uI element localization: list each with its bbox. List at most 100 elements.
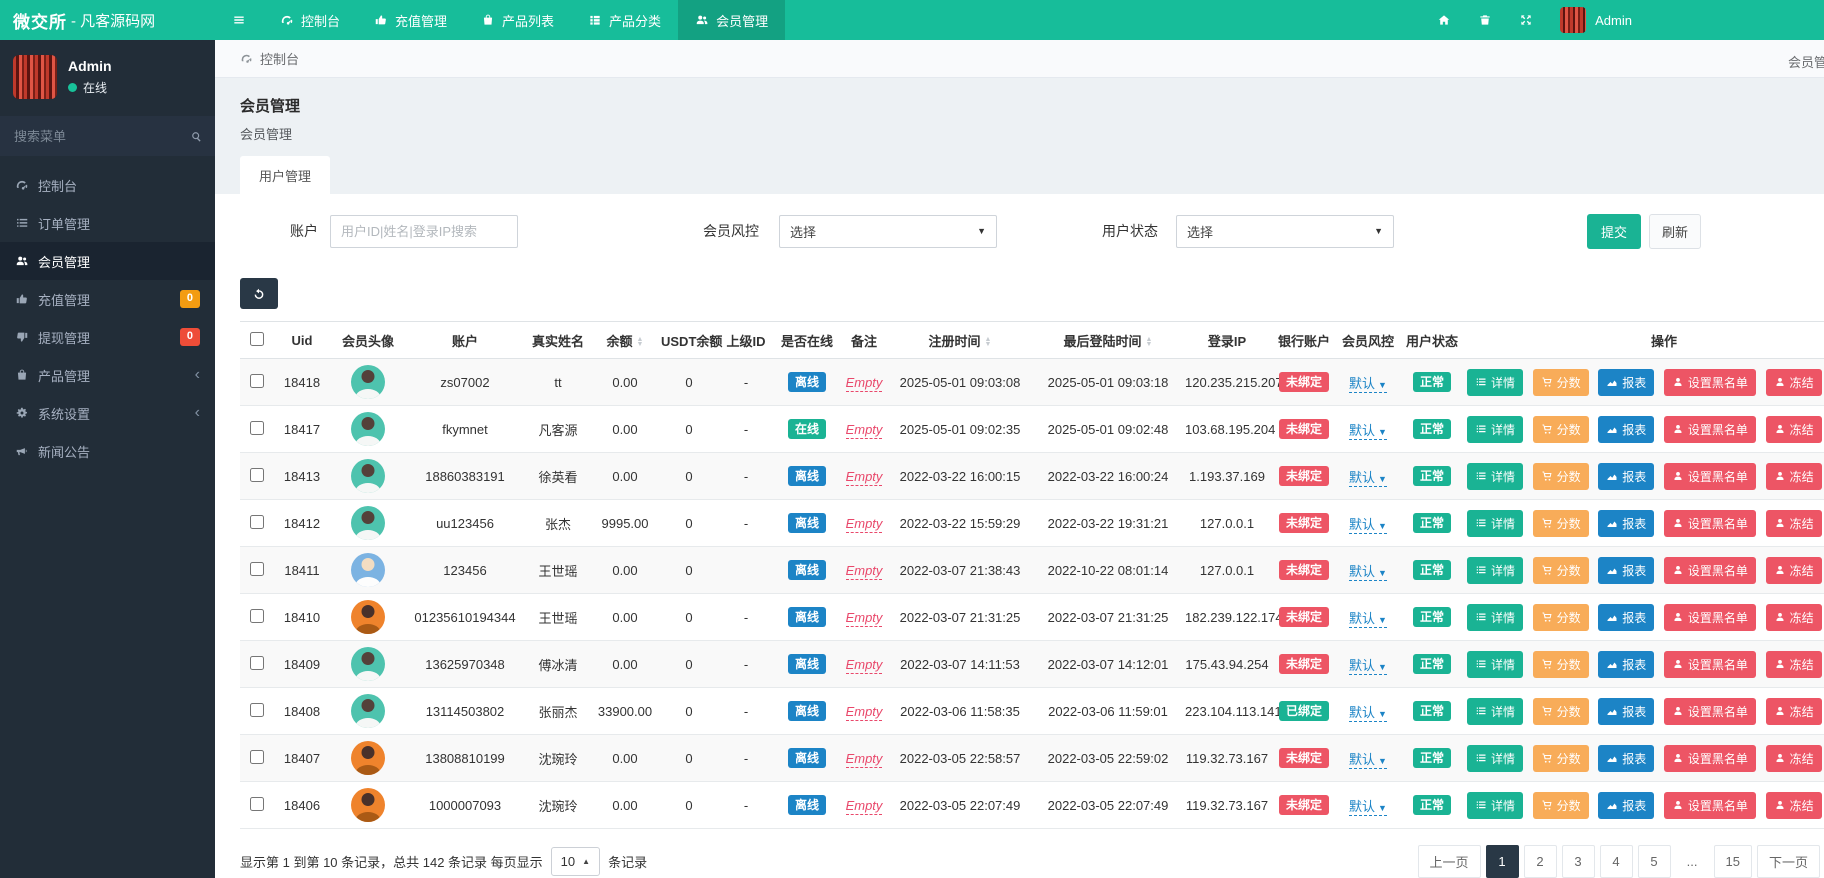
score-button[interactable]: 分数	[1533, 792, 1589, 819]
nav-item-product-list[interactable]: 产品列表	[464, 0, 571, 40]
pagination-page-2[interactable]: 2	[1524, 845, 1557, 878]
freeze-button[interactable]: 冻结	[1766, 510, 1822, 537]
sidebar-item-orders[interactable]: 订单管理	[0, 204, 215, 242]
risk-dropdown[interactable]: 默认▼	[1349, 658, 1387, 675]
pagination-page-3[interactable]: 3	[1562, 845, 1595, 878]
row-checkbox[interactable]	[250, 703, 264, 717]
risk-dropdown[interactable]: 默认▼	[1349, 564, 1387, 581]
sidebar-item-settings[interactable]: 系统设置‹	[0, 394, 215, 432]
score-button[interactable]: 分数	[1533, 745, 1589, 772]
refresh-button[interactable]: 刷新	[1649, 214, 1701, 249]
note-editable[interactable]: Empty	[846, 516, 883, 533]
freeze-button[interactable]: 冻结	[1766, 369, 1822, 396]
report-button[interactable]: 报表	[1598, 745, 1654, 772]
sidebar-item-news[interactable]: 新闻公告	[0, 432, 215, 470]
pagination-page-1[interactable]: 1	[1486, 845, 1519, 878]
detail-button[interactable]: 详情	[1467, 698, 1523, 725]
freeze-button[interactable]: 冻结	[1766, 463, 1822, 490]
report-button[interactable]: 报表	[1598, 698, 1654, 725]
detail-button[interactable]: 详情	[1467, 792, 1523, 819]
score-button[interactable]: 分数	[1533, 604, 1589, 631]
page-size-select[interactable]: 10 ▲	[551, 847, 600, 876]
sidebar-item-recharge[interactable]: 充值管理0	[0, 280, 215, 318]
detail-button[interactable]: 详情	[1467, 369, 1523, 396]
pagination-page-15[interactable]: 15	[1714, 845, 1752, 878]
score-button[interactable]: 分数	[1533, 557, 1589, 584]
detail-button[interactable]: 详情	[1467, 510, 1523, 537]
submit-button[interactable]: 提交	[1587, 214, 1641, 249]
note-editable[interactable]: Empty	[846, 375, 883, 392]
freeze-button[interactable]: 冻结	[1766, 745, 1822, 772]
freeze-button[interactable]: 冻结	[1766, 557, 1822, 584]
sidebar-toggle-button[interactable]	[215, 0, 263, 40]
user-menu[interactable]: Admin	[1560, 7, 1632, 33]
report-button[interactable]: 报表	[1598, 651, 1654, 678]
note-editable[interactable]: Empty	[846, 657, 883, 674]
risk-dropdown[interactable]: 默认▼	[1349, 705, 1387, 722]
breadcrumb-item[interactable]: 控制台	[260, 49, 299, 68]
score-button[interactable]: 分数	[1533, 510, 1589, 537]
pagination-page-4[interactable]: 4	[1600, 845, 1633, 878]
risk-dropdown[interactable]: 默认▼	[1349, 423, 1387, 440]
freeze-button[interactable]: 冻结	[1766, 792, 1822, 819]
blacklist-button[interactable]: 设置黑名单	[1664, 604, 1756, 631]
report-button[interactable]: 报表	[1598, 604, 1654, 631]
table-refresh-button[interactable]	[240, 278, 278, 309]
score-button[interactable]: 分数	[1533, 369, 1589, 396]
note-editable[interactable]: Empty	[846, 469, 883, 486]
detail-button[interactable]: 详情	[1467, 651, 1523, 678]
brand-logo[interactable]: 微交所 - 凡客源码网	[0, 0, 215, 40]
detail-button[interactable]: 详情	[1467, 463, 1523, 490]
note-editable[interactable]: Empty	[846, 704, 883, 721]
blacklist-button[interactable]: 设置黑名单	[1664, 698, 1756, 725]
col-register-time-sortable[interactable]: 注册时间▲▼	[886, 322, 1034, 359]
col-last-login-sortable[interactable]: 最后登陆时间▲▼	[1034, 322, 1182, 359]
detail-button[interactable]: 详情	[1467, 416, 1523, 443]
note-editable[interactable]: Empty	[846, 751, 883, 768]
nav-item-dashboard[interactable]: 控制台	[263, 0, 357, 40]
note-editable[interactable]: Empty	[846, 798, 883, 815]
blacklist-button[interactable]: 设置黑名单	[1664, 792, 1756, 819]
note-editable[interactable]: Empty	[846, 563, 883, 580]
nav-item-members[interactable]: 会员管理	[678, 0, 785, 40]
score-button[interactable]: 分数	[1533, 463, 1589, 490]
blacklist-button[interactable]: 设置黑名单	[1664, 651, 1756, 678]
score-button[interactable]: 分数	[1533, 416, 1589, 443]
detail-button[interactable]: 详情	[1467, 557, 1523, 584]
blacklist-button[interactable]: 设置黑名单	[1664, 416, 1756, 443]
report-button[interactable]: 报表	[1598, 792, 1654, 819]
sidebar-item-members[interactable]: 会员管理	[0, 242, 215, 280]
risk-dropdown[interactable]: 默认▼	[1349, 376, 1387, 393]
report-button[interactable]: 报表	[1598, 510, 1654, 537]
row-checkbox[interactable]	[250, 656, 264, 670]
freeze-button[interactable]: 冻结	[1766, 604, 1822, 631]
nav-item-product-category[interactable]: 产品分类	[571, 0, 678, 40]
freeze-button[interactable]: 冻结	[1766, 651, 1822, 678]
row-checkbox[interactable]	[250, 750, 264, 764]
search-input[interactable]	[14, 129, 190, 144]
detail-button[interactable]: 详情	[1467, 745, 1523, 772]
blacklist-button[interactable]: 设置黑名单	[1664, 510, 1756, 537]
fullscreen-button[interactable]	[1519, 13, 1533, 27]
sidebar-item-products[interactable]: 产品管理‹	[0, 356, 215, 394]
report-button[interactable]: 报表	[1598, 369, 1654, 396]
blacklist-button[interactable]: 设置黑名单	[1664, 463, 1756, 490]
risk-select[interactable]: 选择 ▼	[779, 215, 997, 248]
row-checkbox[interactable]	[250, 421, 264, 435]
report-button[interactable]: 报表	[1598, 557, 1654, 584]
note-editable[interactable]: Empty	[846, 610, 883, 627]
clear-cache-button[interactable]	[1478, 13, 1492, 27]
home-button[interactable]	[1437, 13, 1451, 27]
row-checkbox[interactable]	[250, 374, 264, 388]
risk-dropdown[interactable]: 默认▼	[1349, 470, 1387, 487]
freeze-button[interactable]: 冻结	[1766, 698, 1822, 725]
risk-dropdown[interactable]: 默认▼	[1349, 517, 1387, 534]
row-checkbox[interactable]	[250, 515, 264, 529]
account-search-input[interactable]	[330, 215, 518, 248]
row-checkbox[interactable]	[250, 468, 264, 482]
col-balance-sortable[interactable]: 余额▲▼	[592, 322, 658, 359]
score-button[interactable]: 分数	[1533, 651, 1589, 678]
report-button[interactable]: 报表	[1598, 416, 1654, 443]
sidebar-item-withdraw[interactable]: 提现管理0	[0, 318, 215, 356]
status-select[interactable]: 选择 ▼	[1176, 215, 1394, 248]
